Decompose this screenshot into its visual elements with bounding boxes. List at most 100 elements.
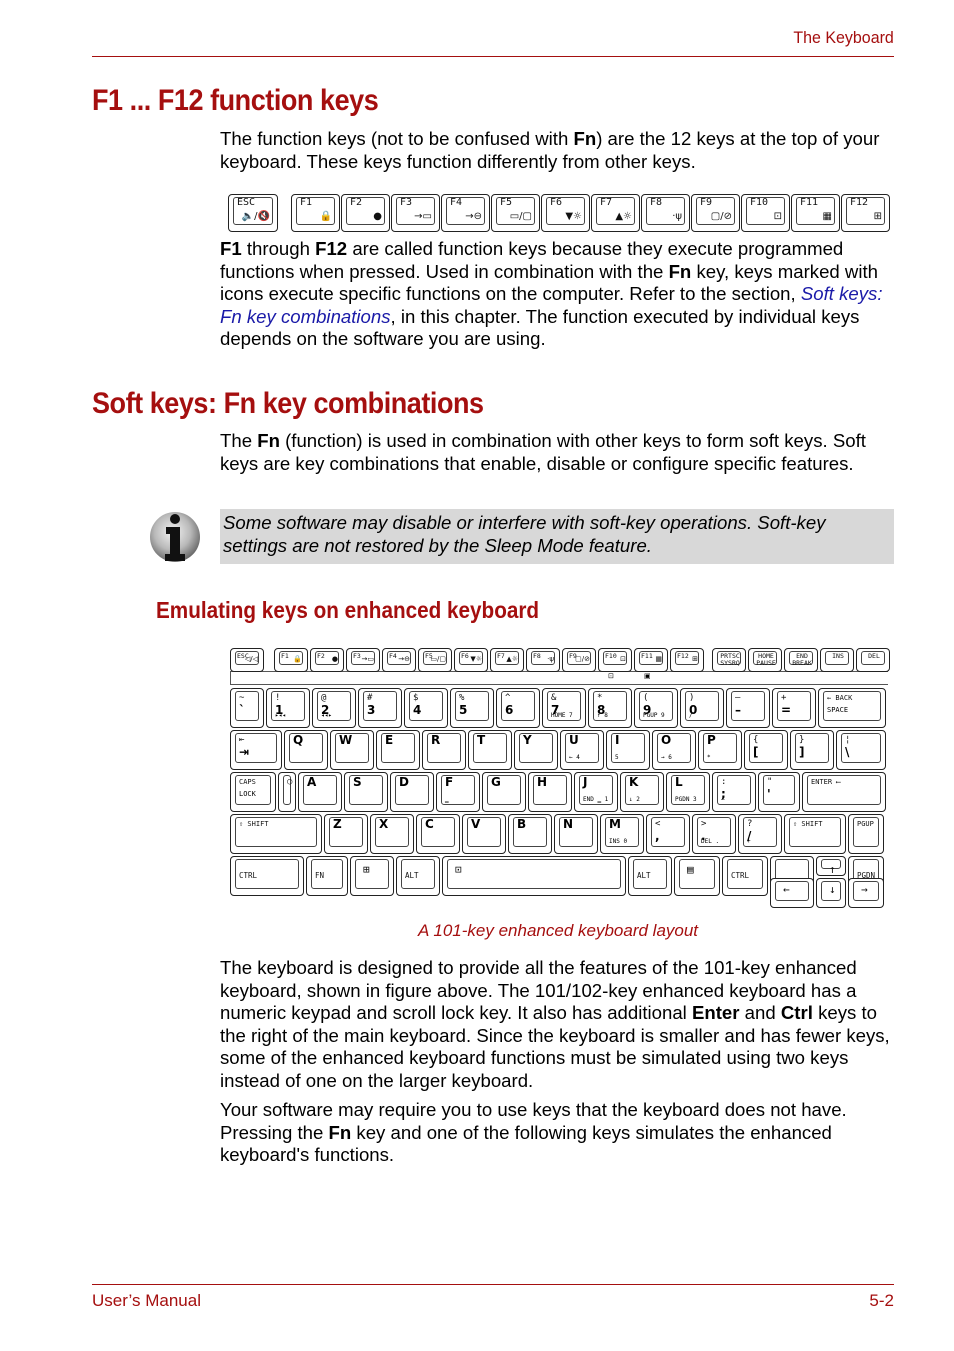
key-label: ← xyxy=(783,883,790,896)
key-icon: ◁/◁ xyxy=(244,655,258,663)
key-label: F8 xyxy=(533,652,541,660)
key-bottom: , xyxy=(655,829,660,843)
key-caps: CAPS LOCK xyxy=(230,772,276,812)
key-bottom-menu: ▤ xyxy=(674,856,720,896)
key-y: Y xyxy=(514,730,558,770)
key-numpad: INS 0 xyxy=(609,838,628,845)
key-sym: #3 xyxy=(358,688,402,728)
key-bottom-alt: ALT xyxy=(628,856,672,896)
key-top: } xyxy=(799,735,805,745)
key-e: E xyxy=(376,730,420,770)
key-f8: F8 ·ψ xyxy=(641,194,690,232)
key-letter: Q xyxy=(293,733,304,747)
key-letter: L xyxy=(675,775,683,789)
key-label: HOME PAUSE xyxy=(756,652,776,667)
brightness-up-icon: ▲☼ xyxy=(615,211,632,222)
footer-rule xyxy=(92,1284,894,1285)
key-esc: ESC 🔈/🔇 xyxy=(228,194,278,232)
keyboard-indicator-strip xyxy=(230,671,888,685)
key-bottom-ctrl: CTRL xyxy=(722,856,768,896)
key-letter: U xyxy=(569,733,579,747)
key-f11: F11 ▦ xyxy=(634,648,668,672)
key-label: ALT xyxy=(405,871,419,880)
key-f: F ▁ xyxy=(436,772,480,812)
key-o: O → 6 xyxy=(652,730,696,770)
key-top: ⇧ SHIFT xyxy=(239,820,269,828)
key-f10: F10 ⊡ xyxy=(598,648,632,672)
key-bottom: = xyxy=(781,703,792,717)
key-bottom: SPACE xyxy=(827,706,849,714)
strip-icon: ▣ xyxy=(644,673,651,680)
function-keys-description: F1 through F12 are called function keys … xyxy=(220,238,883,350)
key-numpad: ▁ xyxy=(445,796,449,803)
key-icon: ▦ xyxy=(655,655,662,663)
key-sym: >. DEL . xyxy=(692,814,736,854)
key-top: % xyxy=(459,693,465,703)
key-f4: F4 →⊖ xyxy=(382,648,416,672)
key-s: S xyxy=(344,772,388,812)
key-ins: INS xyxy=(820,648,854,672)
key-label: INS xyxy=(832,652,844,660)
key-numpad: PGDN 3 xyxy=(675,796,697,803)
key-label: F7 xyxy=(497,652,505,660)
key-sym: @2 ◂◂▸ xyxy=(312,688,356,728)
key-letter: E xyxy=(385,733,394,747)
key-r: R xyxy=(422,730,466,770)
key-label: F11 xyxy=(641,652,653,660)
key-top: { xyxy=(753,735,759,745)
key-arrow-down: ↓ xyxy=(816,878,846,908)
header-rule xyxy=(92,56,894,57)
key-letter: V xyxy=(471,817,481,831)
key-top: ? xyxy=(747,819,753,829)
key-numpad: → 6 xyxy=(661,754,672,761)
key-top: ( xyxy=(643,693,649,703)
key-icon: 🔒 xyxy=(293,655,302,663)
key-m: M INS 0 xyxy=(600,814,644,854)
key-letter: X xyxy=(379,817,389,831)
key-top: ← BACK xyxy=(827,694,853,702)
key-f1: F1 🔒 xyxy=(291,194,340,232)
key-numpad: / xyxy=(689,712,693,719)
key-d: D xyxy=(390,772,434,812)
key-top: PGUP xyxy=(857,820,874,828)
key-top: ! xyxy=(275,693,281,703)
key-i: I5 xyxy=(606,730,650,770)
power-plan-icon: ● xyxy=(373,211,382,222)
key-top: * xyxy=(597,693,603,703)
key-f12: F12 ⊞ xyxy=(841,194,890,232)
key-top: ⇤ xyxy=(239,735,245,745)
key-letter: O xyxy=(661,733,672,747)
key-letter: J xyxy=(583,775,588,789)
mute-icon: 🔈/🔇 xyxy=(241,211,270,222)
key-a: A xyxy=(298,772,342,812)
key-label: F9 xyxy=(700,197,713,208)
key-enter: ENTER ⟵ xyxy=(802,772,886,812)
key-sym: — – xyxy=(726,688,770,728)
key-bottom-fn: FN xyxy=(306,856,348,896)
key-label: FN xyxy=(315,871,325,880)
key-top: ⇧ SHIFT xyxy=(793,820,823,828)
key-label: F3 xyxy=(353,652,361,660)
key-label: F5 xyxy=(500,197,513,208)
key-label: F10 xyxy=(605,652,617,660)
key-sym: ~ ` xyxy=(230,688,264,728)
key-shift: ⇧ SHIFT xyxy=(230,814,322,854)
key-f4: F4 →⊖ xyxy=(441,194,490,232)
subheading-emulating-keys: Emulating keys on enhanced keyboard xyxy=(156,597,540,623)
key-j: J END ▁ 1 xyxy=(574,772,618,812)
key-icon: ▲☼ xyxy=(506,655,518,663)
function-keys-intro: The function keys (not to be confused wi… xyxy=(220,128,880,172)
key-letter: A xyxy=(307,775,317,789)
wireless-icon: ·ψ xyxy=(672,211,682,222)
key-label: F10 xyxy=(750,197,769,208)
key-icon: →⊖ xyxy=(398,655,410,663)
key-n: N xyxy=(554,814,598,854)
key-top: < xyxy=(655,819,661,829)
brightness-down-icon: ▼☼ xyxy=(565,211,582,222)
key-label: → xyxy=(861,883,868,896)
key-bottom: [ xyxy=(753,745,759,759)
note-text: Some software may disable or interfere w… xyxy=(223,512,826,556)
footer-manual-title: User’s Manual xyxy=(92,1291,201,1310)
key-label: ↓ xyxy=(829,883,836,896)
keyboard-layout-figure: ESC ◁/◁ F1 🔒 F2 ● F3 →▭ F4 →⊖ F5 ▭/▢ F6 ▼☼ F7 ▲☼ F8 ·ψ F9 ▢… xyxy=(228,645,890,910)
